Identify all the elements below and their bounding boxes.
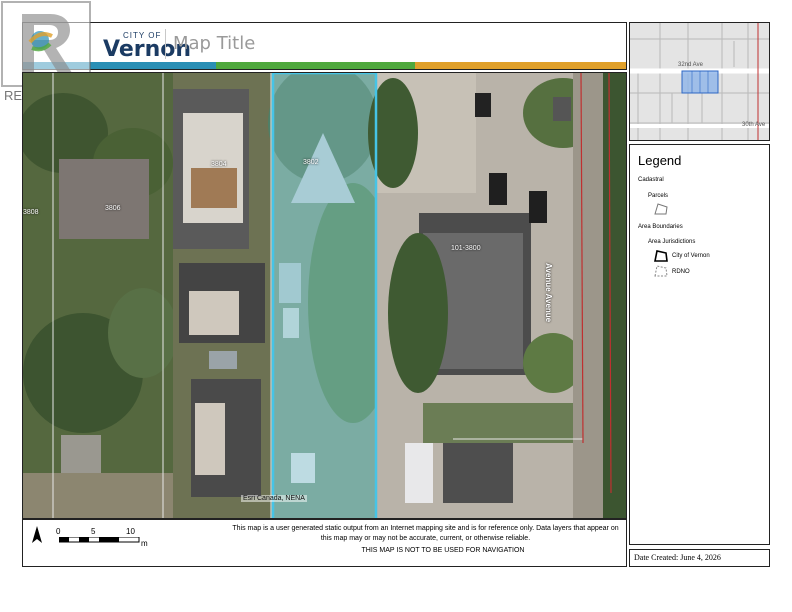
map-attribution: Esri Canada, NENA	[241, 495, 307, 502]
parcel-label-3808: 3808	[23, 209, 39, 216]
legend-rdno: RDNO	[672, 269, 690, 275]
street-label: Avenue Avenue	[544, 263, 553, 323]
legend-area-boundaries: Area Boundaries	[638, 224, 683, 230]
map-footer: 0 5 10 m This map is a user generated st…	[22, 519, 627, 567]
scale-unit: m	[141, 539, 148, 548]
date-created-box: Date Created: June 4, 2026	[629, 549, 770, 567]
scale-label-0: 0	[56, 527, 61, 536]
header-divider	[165, 29, 166, 59]
map-header: CITY OF Vernon Map Title	[22, 22, 627, 70]
navigation-warning: THIS MAP IS NOT TO BE USED FOR NAVIGATIO…	[361, 547, 525, 554]
legend-cadastral: Cadastral	[638, 177, 664, 183]
parcel-label-3804: 3804	[211, 161, 227, 168]
overview-street-top: 32nd Ave	[678, 62, 703, 68]
date-created: Date Created: June 4, 2026	[634, 553, 721, 562]
legend-parcels: Parcels	[648, 193, 669, 199]
city-boundary-icon	[654, 250, 668, 262]
legend-panel: Legend Cadastral Parcels Area Boundaries…	[629, 144, 770, 545]
parcel-symbol-icon	[654, 203, 668, 215]
legend-area-jurisdictions: Area Jurisdictions	[648, 239, 696, 245]
scale-bar	[59, 537, 140, 543]
parcel-label-3800: 101-3800	[451, 245, 481, 252]
parcel-label-3806: 3806	[105, 205, 121, 212]
legend-city-of-vernon: City of Vernon	[672, 253, 710, 259]
parcel-label-3802: 3802	[303, 159, 319, 166]
aerial-map[interactable]: 3808 3806 3804 3802 101-3800 Avenue Aven…	[22, 72, 627, 519]
brand-color-bar	[23, 62, 626, 69]
legend-title: Legend	[638, 153, 682, 168]
scale-label-10: 10	[126, 527, 135, 536]
map-disclaimer: This map is a user generated static outp…	[232, 525, 619, 542]
rdno-boundary-icon	[654, 265, 668, 277]
north-arrow-icon	[32, 526, 42, 543]
overview-map[interactable]: 32nd Ave 30th Ave	[629, 22, 770, 141]
map-title: Map Title	[173, 33, 256, 54]
scale-label-5: 5	[91, 527, 96, 536]
overview-street-bottom: 30th Ave	[742, 122, 766, 128]
aerial-imagery	[23, 73, 626, 518]
